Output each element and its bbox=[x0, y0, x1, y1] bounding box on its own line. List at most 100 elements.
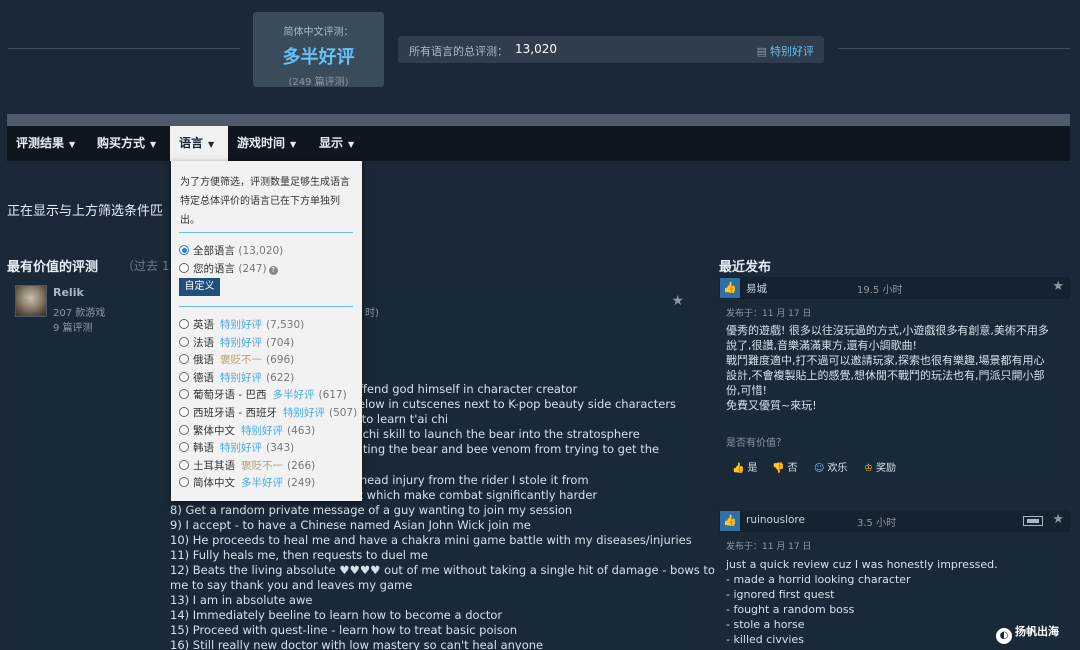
most-helpful-title: 最有价值的评测 bbox=[7, 260, 99, 275]
thumbs-up-icon: 👍 bbox=[720, 511, 740, 531]
option-label: 您的语言 bbox=[193, 263, 235, 275]
author-reviews[interactable]: 9 篇评测 bbox=[53, 319, 93, 334]
vote-label: 欢乐 bbox=[827, 463, 848, 474]
review-line: 12) Beats the living absolute ♥♥♥♥ out o… bbox=[170, 563, 715, 577]
total-label: 所有语言的总评测： bbox=[409, 45, 508, 58]
review-line: 13) I am in absolute awe bbox=[170, 593, 313, 607]
radio[interactable] bbox=[179, 424, 189, 435]
reviewer-hours: 19.5 小时 bbox=[857, 285, 903, 296]
language-count: (704) bbox=[266, 336, 295, 349]
review-line: s below in cutscenes next to K-pop beaut… bbox=[341, 397, 677, 411]
language-count: (7,530) bbox=[266, 319, 305, 331]
review-line: - made a horrid looking character bbox=[726, 573, 911, 586]
language-option[interactable]: 简体中文 多半好评 (249) bbox=[179, 475, 315, 491]
language-option[interactable]: 韩语 特别好评 (343) bbox=[179, 440, 294, 456]
language-name: 西班牙语 - 西班牙 bbox=[193, 407, 277, 419]
filter-language[interactable]: 语言 ▼ bbox=[170, 126, 228, 161]
author-name[interactable]: Relik bbox=[53, 286, 84, 299]
help-icon[interactable]: ? bbox=[268, 266, 278, 275]
language-name: 葡萄牙语 - 巴西 bbox=[193, 389, 267, 402]
most-helpful-subtitle: （过去 1 bbox=[122, 259, 170, 273]
vote-label: 奖励 bbox=[875, 463, 896, 474]
filter-display[interactable]: 显示 ▼ bbox=[310, 126, 363, 161]
author-products[interactable]: 207 款游戏 bbox=[53, 304, 105, 319]
language-count: (343) bbox=[266, 442, 295, 455]
language-option[interactable]: 法语 特别好评 (704) bbox=[179, 335, 294, 351]
summary-rating[interactable]: 多半好评 bbox=[253, 43, 384, 69]
header-rule-left bbox=[8, 48, 240, 49]
recent-review-header: 👍 ruinouslore 3.5 小时 ★ bbox=[719, 510, 1070, 532]
star-icon[interactable]: ★ bbox=[1052, 279, 1064, 294]
vote-label: 是 bbox=[747, 463, 758, 474]
review-line: t'ai chi skill to launch the bear into t… bbox=[341, 427, 640, 441]
summary-label: 简体中文评测： bbox=[283, 27, 354, 38]
star-icon[interactable]: ★ bbox=[671, 293, 684, 309]
header-rule-right bbox=[838, 48, 1070, 49]
option-your-languages[interactable]: 您的语言 (247)? bbox=[179, 261, 278, 277]
option-all-languages[interactable]: 全部语言 (13,020) bbox=[179, 243, 283, 259]
language-option[interactable]: 西班牙语 - 西班牙 特别好评 (507) bbox=[179, 405, 357, 421]
radio[interactable] bbox=[179, 319, 189, 329]
thumbs-up-icon: 👍 bbox=[732, 463, 745, 474]
language-count: (617) bbox=[318, 389, 347, 402]
filter-purchase-type[interactable]: 购买方式 ▼ bbox=[88, 126, 165, 161]
radio[interactable] bbox=[179, 371, 189, 382]
radio[interactable] bbox=[179, 442, 189, 453]
language-rating: 特别好评 bbox=[241, 424, 283, 437]
customize-button[interactable]: 自定义 bbox=[179, 278, 220, 296]
filter-playtime[interactable]: 游戏时间 ▼ bbox=[228, 126, 305, 161]
language-option[interactable]: 德语 特别好评 (622) bbox=[179, 370, 294, 386]
dropdown-help-text: 为了方便筛选，评测数量足够生成语言特定总体评价的语言已在下方单独列出。 bbox=[180, 177, 350, 226]
vote-yes-button[interactable]: 👍 是 bbox=[732, 459, 757, 474]
total-rating[interactable]: ▤ 特别好评 bbox=[757, 43, 814, 59]
award-icon: ♔ bbox=[864, 463, 873, 474]
thumbs-down-icon: 👎 bbox=[772, 463, 785, 474]
language-option[interactable]: 英语 特别好评 (7,530) bbox=[179, 317, 304, 333]
radio[interactable] bbox=[179, 407, 189, 417]
option-label: 全部语言 bbox=[193, 245, 235, 257]
review-line: 16) Still really new doctor with low mas… bbox=[170, 638, 544, 650]
radio[interactable] bbox=[179, 354, 189, 365]
vote-no-button[interactable]: 👎 否 bbox=[772, 459, 797, 474]
language-option[interactable]: 葡萄牙语 - 巴西 多半好评 (617) bbox=[179, 387, 347, 403]
dropdown-separator bbox=[179, 232, 353, 233]
review-line: fighting the bear and bee venom from try… bbox=[341, 442, 660, 456]
option-count: (13,020) bbox=[238, 245, 284, 257]
watermark-text: 扬帆出海 bbox=[1015, 625, 1059, 638]
radio[interactable] bbox=[179, 389, 189, 400]
language-rating: 多半好评 bbox=[272, 389, 315, 402]
language-rating: 褒贬不一 bbox=[220, 354, 262, 367]
review-line: 說了,很讚,音樂滿滿東方,還有小調歌曲! bbox=[726, 339, 917, 352]
radio[interactable] bbox=[179, 477, 189, 488]
review-line: oint which make combat significantly har… bbox=[341, 488, 598, 502]
filter-review-type[interactable]: 评测结果 ▼ bbox=[7, 126, 84, 161]
award-button[interactable]: ♔ 奖励 bbox=[864, 459, 896, 474]
language-option[interactable]: 繁体中文 特别好评 (463) bbox=[179, 423, 315, 439]
all-languages-summary: 所有语言的总评测： 13,020 ▤ 特别好评 bbox=[398, 36, 824, 63]
recent-review-header: 👍 易城 19.5 小时 ★ bbox=[719, 277, 1070, 299]
radio[interactable] bbox=[179, 263, 189, 273]
radio[interactable] bbox=[179, 336, 189, 347]
recent-title: 最近发布 bbox=[719, 260, 772, 275]
total-rating-text: 特别好评 bbox=[770, 45, 814, 58]
filter-label: 显示 bbox=[319, 136, 344, 150]
language-option[interactable]: 俄语 褒贬不一 (696) bbox=[179, 352, 294, 368]
radio-selected[interactable] bbox=[179, 245, 189, 255]
star-icon[interactable]: ★ bbox=[1052, 512, 1064, 527]
avatar[interactable] bbox=[15, 285, 47, 317]
review-line: 設計,不會複製貼上的感覺,想休閒不戰鬥的玩法也有,門派只開小部 bbox=[726, 369, 1045, 382]
review-hours-partial: 时) bbox=[365, 308, 379, 319]
review-line: 8) Get a random private message of a guy… bbox=[170, 503, 573, 517]
language-option[interactable]: 土耳其语 褒贬不一 (266) bbox=[179, 458, 315, 474]
caret-down-icon: ▼ bbox=[348, 140, 355, 149]
language-name: 简体中文 bbox=[193, 477, 235, 490]
language-name: 俄语 bbox=[193, 354, 214, 367]
caret-down-icon: ▼ bbox=[290, 140, 297, 149]
reviewer-name[interactable]: ruinouslore bbox=[746, 514, 805, 526]
radio[interactable] bbox=[179, 459, 189, 470]
language-name: 繁体中文 bbox=[193, 424, 235, 437]
vote-funny-button[interactable]: ☺ 欢乐 bbox=[814, 459, 847, 474]
reviewer-name[interactable]: 易城 bbox=[746, 281, 767, 296]
language-rating: 特别好评 bbox=[220, 371, 262, 384]
filter-label: 评测结果 bbox=[16, 136, 65, 150]
